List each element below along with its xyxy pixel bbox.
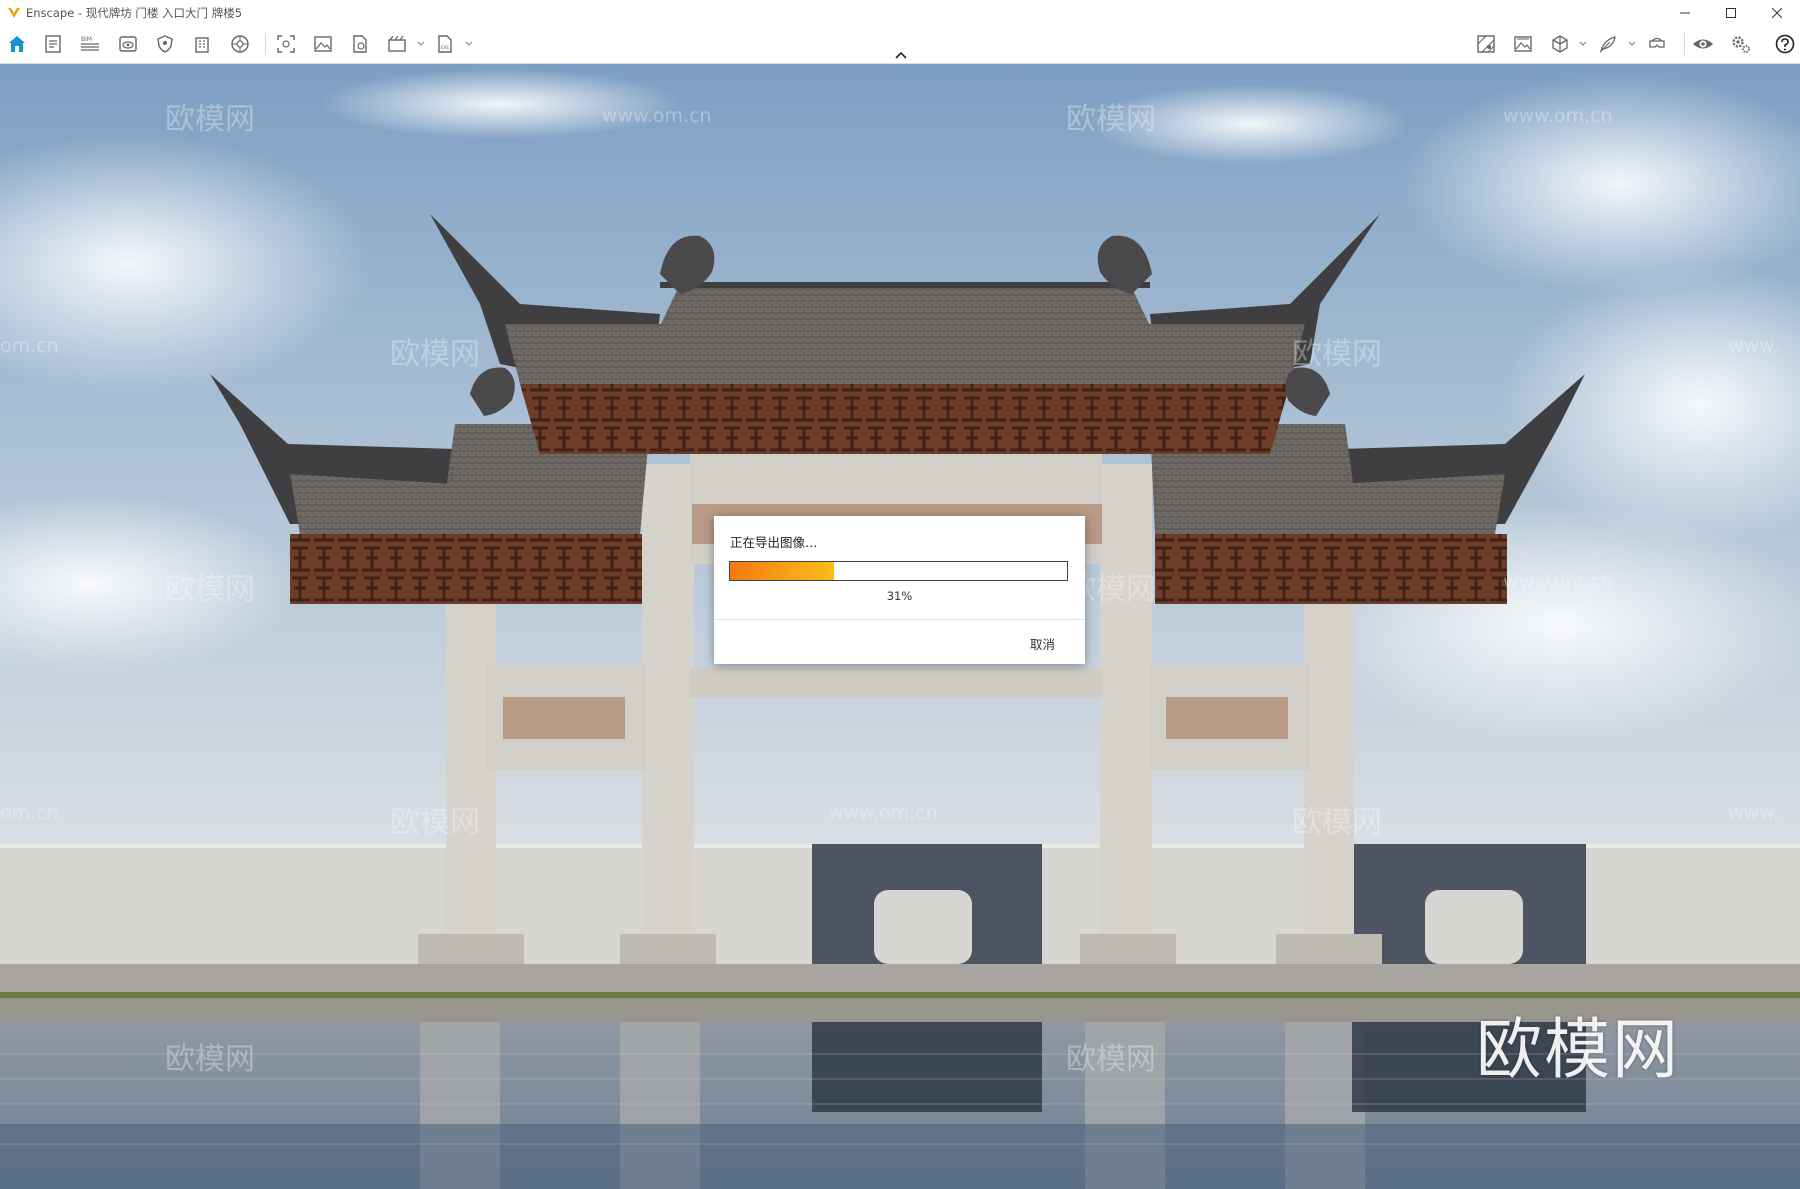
close-icon [1772,7,1782,18]
vr-headset-icon [1649,37,1665,48]
brand-watermark: 欧模网 [1476,1011,1680,1088]
document-button[interactable] [42,33,64,55]
map-icon [1477,35,1495,53]
image-gallery-button[interactable] [1512,33,1534,55]
help-button[interactable] [1774,33,1796,55]
watermark-url: www. [1728,335,1779,357]
watermark-url: www.om.cn [828,802,938,824]
vr-headset-button[interactable] [1646,33,1668,55]
minimize-button[interactable] [1662,0,1708,25]
window-title: Enscape - 现代牌坊 门楼 入口大门 牌楼5 [26,5,243,20]
collapse-toolbar-chevron-icon[interactable] [893,50,909,60]
sphere-icon [231,35,249,53]
window-controls [1662,0,1800,25]
cube-dropdown-chevron-icon[interactable] [1579,40,1587,48]
watermark-url: www.om.cn [1503,571,1613,593]
watermark-text: 欧模网 [165,102,255,137]
enscape-logo-icon [8,7,20,18]
watermark-text: 欧模网 [1292,337,1382,372]
watermark-text: 欧模网 [390,337,480,372]
eye-icon [1693,39,1713,49]
feather-dropdown-chevron-icon[interactable] [1628,40,1636,48]
title-bar: Enscape - 现代牌坊 门楼 入口大门 牌楼5 [0,0,1800,25]
watermark-url: om.cn [0,335,59,357]
exe-dropdown-chevron-icon[interactable] [465,40,473,48]
toolbar-divider [265,33,266,55]
view-icon [119,36,137,52]
shield-button[interactable] [154,33,176,55]
svg-text:BIM: BIM [81,36,92,43]
maximize-button[interactable] [1708,0,1754,25]
watermark-text: 欧模网 [1292,805,1382,840]
help-icon [1775,34,1795,54]
image-gallery-icon [1514,36,1532,52]
screenshot-button[interactable] [275,33,297,55]
watermark-text: 欧模网 [1066,1042,1156,1077]
screenshot-icon [277,35,295,53]
watermark-url: www.om.cn [602,105,712,127]
maximize-icon [1726,7,1736,18]
progress-percentage: 31% [886,589,913,603]
document-icon [45,35,61,53]
feather-button[interactable] [1597,33,1619,55]
map-button[interactable] [1475,33,1497,55]
video-button[interactable] [386,33,408,55]
exe-export-button[interactable]: EXE [434,33,456,55]
watermark-text: 欧模网 [165,572,255,607]
watermark-text: 欧模网 [1066,102,1156,137]
image-button[interactable] [312,33,334,55]
building-icon [195,37,209,53]
settings-icon [1732,36,1750,53]
progress-bar-fill [730,562,835,580]
feather-icon [1599,36,1616,54]
watermark-text: 欧模网 [165,1042,255,1077]
dialog-title: 正在导出图像… [730,535,818,550]
watermark-url: www.om.cn [1503,105,1613,127]
export-progress-bar [729,561,1068,581]
dialog-divider [714,619,1085,620]
export-file-button[interactable] [349,33,371,55]
settings-button[interactable] [1730,33,1752,55]
toolbar-divider [1684,33,1685,55]
watermark-url: om.cn [0,802,59,824]
view-button[interactable] [117,33,139,55]
eye-button[interactable] [1692,33,1714,55]
building-button[interactable] [191,33,213,55]
cube-button[interactable] [1549,33,1571,55]
watermark-url: www. [1728,802,1779,824]
shield-icon [157,35,173,53]
exe-export-icon: EXE [438,35,452,53]
watermark-text: 欧模网 [390,805,480,840]
export-progress-dialog: 正在导出图像… 31% 取消 [714,516,1085,664]
home-icon [9,36,25,52]
bim-icon: BIM [81,36,99,51]
svg-text:EXE: EXE [441,45,450,51]
video-dropdown-chevron-icon[interactable] [417,40,425,48]
video-icon [388,35,406,52]
minimize-icon [1680,12,1690,13]
close-button[interactable] [1754,0,1800,25]
home-button[interactable] [6,33,28,55]
cancel-button[interactable]: 取消 [1030,634,1055,653]
export-file-icon [353,35,367,53]
cube-icon [1552,35,1568,53]
image-icon [314,36,332,52]
sphere-button[interactable] [229,33,251,55]
bim-button[interactable]: BIM [79,33,101,55]
